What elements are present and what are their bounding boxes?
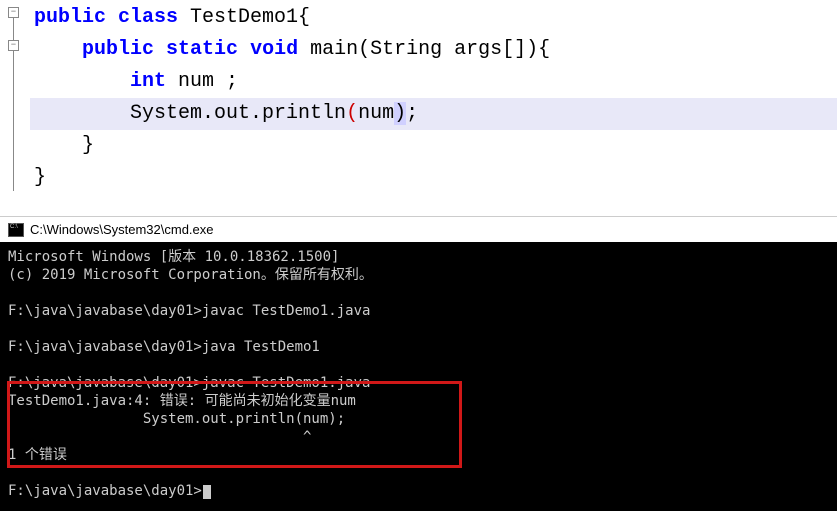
code-editor[interactable]: public class TestDemo1{ public static vo… bbox=[0, 0, 837, 216]
terminal-line: TestDemo1.java:4: 错误: 可能尚未初始化变量num bbox=[8, 392, 829, 410]
code-token: ) bbox=[394, 102, 406, 125]
terminal-title: C:\Windows\System32\cmd.exe bbox=[30, 222, 214, 237]
terminal-line bbox=[8, 464, 829, 482]
terminal-line bbox=[8, 284, 829, 302]
code-token: ( bbox=[346, 102, 358, 125]
terminal-line: F:\java\javabase\day01> bbox=[8, 482, 829, 500]
code-token: public class bbox=[34, 6, 178, 29]
code-token: } bbox=[34, 134, 94, 157]
code-token: int bbox=[130, 70, 166, 93]
code-line[interactable]: System.out.println(num); bbox=[30, 98, 837, 130]
code-token: } bbox=[34, 166, 46, 189]
terminal-line: ^ bbox=[8, 428, 829, 446]
terminal-output[interactable]: Microsoft Windows [版本 10.0.18362.1500](c… bbox=[0, 242, 837, 506]
fold-toggle-icon[interactable] bbox=[8, 40, 19, 51]
terminal-line: F:\java\javabase\day01>java TestDemo1 bbox=[8, 338, 829, 356]
terminal-line: F:\java\javabase\day01>javac TestDemo1.j… bbox=[8, 302, 829, 320]
editor-gutter bbox=[0, 0, 30, 216]
code-line[interactable]: public class TestDemo1{ bbox=[30, 2, 837, 34]
code-line[interactable]: } bbox=[30, 130, 837, 162]
terminal-line bbox=[8, 320, 829, 338]
code-token bbox=[34, 70, 130, 93]
code-token: System.out.println bbox=[34, 102, 346, 125]
terminal-window: C:\Windows\System32\cmd.exe Microsoft Wi… bbox=[0, 216, 837, 511]
terminal-line: System.out.println(num); bbox=[8, 410, 829, 428]
terminal-line: Microsoft Windows [版本 10.0.18362.1500] bbox=[8, 248, 829, 266]
code-token: num bbox=[358, 102, 394, 125]
fold-line bbox=[13, 51, 14, 191]
fold-toggle-icon[interactable] bbox=[8, 7, 19, 18]
code-token bbox=[238, 38, 250, 61]
code-token: public static bbox=[82, 38, 238, 61]
code-token: void bbox=[250, 38, 298, 61]
terminal-line bbox=[8, 356, 829, 374]
code-token bbox=[34, 38, 82, 61]
code-token: TestDemo1{ bbox=[178, 6, 310, 29]
code-token: ; bbox=[406, 102, 418, 125]
code-line[interactable]: public static void main(String args[]){ bbox=[30, 34, 837, 66]
cursor bbox=[203, 485, 211, 499]
code-token: main(String args[]){ bbox=[298, 38, 550, 61]
terminal-titlebar[interactable]: C:\Windows\System32\cmd.exe bbox=[0, 216, 837, 242]
code-token: num ; bbox=[166, 70, 238, 93]
terminal-line: 1 个错误 bbox=[8, 446, 829, 464]
code-line[interactable]: int num ; bbox=[30, 66, 837, 98]
code-line[interactable]: } bbox=[30, 162, 837, 194]
cmd-icon bbox=[8, 223, 24, 237]
fold-line bbox=[13, 18, 14, 40]
terminal-line: (c) 2019 Microsoft Corporation。保留所有权利。 bbox=[8, 266, 829, 284]
terminal-line: F:\java\javabase\day01>javac TestDemo1.j… bbox=[8, 374, 829, 392]
code-area[interactable]: public class TestDemo1{ public static vo… bbox=[30, 0, 837, 216]
